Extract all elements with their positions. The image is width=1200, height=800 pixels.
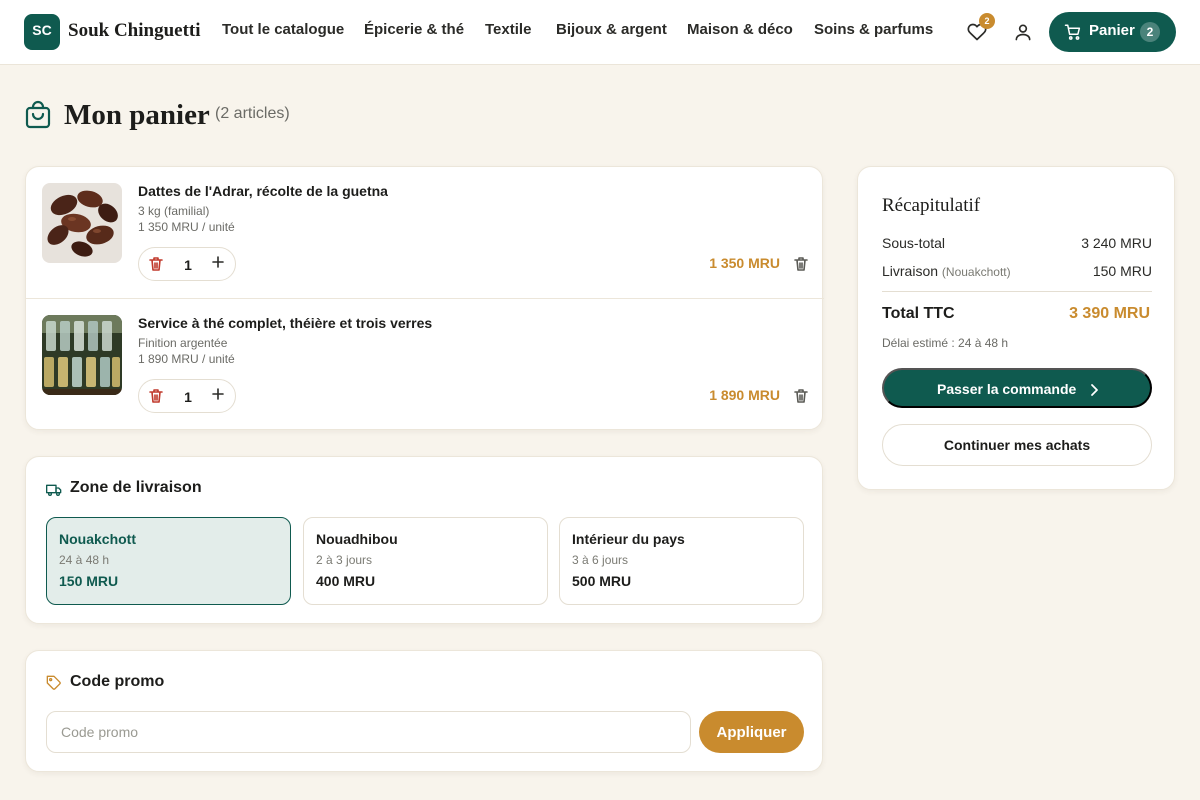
estimated-delay: Délai estimé : 24 à 48 h [882,336,1009,350]
delivery-section-title: Zone de livraison [70,479,202,496]
delivery-zone-nouakchott[interactable]: Nouakchott 24 à 48 h 150 MRU [46,517,291,605]
page-title: Mon panier [64,99,210,131]
continue-shopping-button[interactable]: Continuer mes achats [882,424,1152,466]
nav-item-textile[interactable]: Textile [485,21,531,38]
cart-button[interactable]: Panier 2 [1049,12,1176,52]
product-image-dates[interactable] [42,183,122,263]
delivery-zone-nouadhibou[interactable]: Nouadhibou 2 à 3 jours 400 MRU [303,517,548,605]
total-value: 3 390 MRU [1069,305,1150,322]
product-image-tea-set[interactable] [42,315,122,395]
zone-name: Intérieur du pays [572,531,685,547]
cart-icon [1064,24,1081,40]
summary-subtotal-row: Sous-total 3 240 MRU [882,235,1152,251]
favorites-count-badge: 2 [979,13,995,29]
item-variant: Finition argentée [138,336,228,350]
nav-item-epicerie[interactable]: Épicerie & thé [364,21,464,38]
zone-delay: 2 à 3 jours [316,553,373,567]
nav-item-soins[interactable]: Soins & parfums [814,21,933,38]
delivery-zone-interieur[interactable]: Intérieur du pays 3 à 6 jours 500 MRU [559,517,804,605]
item-name[interactable]: Service à thé complet, théière et trois … [138,315,432,331]
item-total-price: 1 350 MRU [709,255,780,271]
truck-icon [46,484,62,496]
quantity-stepper: 1 [138,379,236,413]
cart-count-badge: 2 [1140,22,1160,42]
checkout-button[interactable]: Passer la commande [882,368,1152,408]
cart-label: Panier [1089,22,1135,39]
cart-item: Service à thé complet, théière et trois … [26,299,824,431]
zone-delay: 3 à 6 jours [572,553,629,567]
total-label: Total TTC [882,305,955,322]
shipping-zone: (Nouakchott) [941,265,1011,279]
tag-icon [46,675,61,690]
shipping-label: Livraison [882,263,939,279]
shopping-bag-icon [25,100,51,129]
item-variant: 3 kg (familial) [138,204,210,218]
logo-badge[interactable]: SC [24,14,60,50]
nav-item-bijoux[interactable]: Bijoux & argent [556,21,667,38]
zone-name: Nouakchott [59,531,136,547]
cart-item-count: (2 articles) [215,105,290,122]
cart-items-card: Dattes de l'Adrar, récolte de la guetna … [25,166,824,431]
shipping-value: 150 MRU [1092,263,1152,279]
trash-icon[interactable] [794,388,808,404]
promo-section-title: Code promo [70,673,165,690]
zone-price: 500 MRU [572,573,632,589]
quantity-stepper: 1 [138,247,236,281]
nav-item-maison[interactable]: Maison & déco [687,21,793,38]
summary-divider [882,291,1152,292]
summary-title: Récapitulatif [882,195,981,216]
chevron-right-icon [1091,384,1098,396]
plus-icon[interactable] [211,387,225,401]
zone-delay: 24 à 48 h [59,553,110,567]
item-unit-price: 1 350 MRU / unité [138,220,235,234]
plus-icon[interactable] [211,255,225,269]
subtotal-value: 3 240 MRU [1081,235,1152,251]
apply-promo-button[interactable]: Appliquer [699,711,804,753]
site-header: SC Souk Chinguetti Tout le catalogue Épi… [0,0,1200,65]
delivery-zone-card: Zone de livraison Nouakchott 24 à 48 h 1… [25,456,823,624]
zone-price: 150 MRU [59,573,119,589]
item-total-price: 1 890 MRU [709,387,780,403]
account-button[interactable] [1012,21,1034,43]
checkout-label: Passer la commande [937,381,1077,397]
nav-item-catalogue[interactable]: Tout le catalogue [222,21,344,38]
item-unit-price: 1 890 MRU / unité [138,352,235,366]
promo-code-input[interactable] [46,711,691,753]
subtotal-label: Sous-total [882,235,946,251]
zone-name: Nouadhibou [316,531,398,547]
logo-name[interactable]: Souk Chinguetti [68,20,201,42]
order-summary-card: Récapitulatif Sous-total 3 240 MRU Livra… [857,166,1175,490]
user-icon [1015,24,1031,41]
cart-item: Dattes de l'Adrar, récolte de la guetna … [26,167,824,299]
promo-code-card: Code promo Appliquer [25,650,823,772]
trash-icon[interactable] [794,256,808,272]
summary-shipping-row: Livraison (Nouakchott) 150 MRU [882,263,1152,279]
zone-price: 400 MRU [316,573,376,589]
item-name[interactable]: Dattes de l'Adrar, récolte de la guetna [138,183,388,199]
